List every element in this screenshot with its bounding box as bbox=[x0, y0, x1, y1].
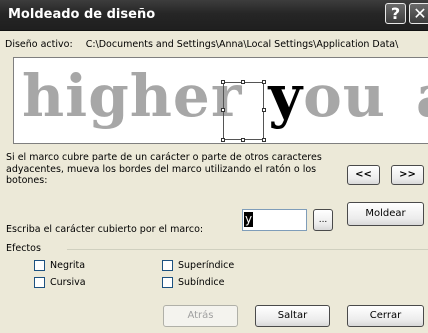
frame-handle[interactable] bbox=[262, 138, 266, 142]
superscript-label: Superíndice bbox=[178, 260, 235, 271]
preview-word: higher bbox=[22, 62, 243, 130]
frame-handle[interactable] bbox=[221, 108, 225, 112]
active-design-path: C:\Documents and Settings\Anna\Local Set… bbox=[85, 39, 399, 50]
active-design-label: Diseño activo: bbox=[5, 39, 73, 50]
frame-handle[interactable] bbox=[262, 108, 266, 112]
subscript-label: Subíndice bbox=[178, 277, 225, 288]
char-input[interactable]: y bbox=[242, 209, 307, 231]
back-button[interactable]: Atrás bbox=[163, 305, 238, 327]
bold-checkbox[interactable] bbox=[34, 260, 45, 271]
char-input-value: y bbox=[244, 212, 254, 227]
browse-chars-button[interactable]: ... bbox=[313, 209, 333, 231]
bold-label: Negrita bbox=[50, 260, 86, 271]
italic-checkbox[interactable] bbox=[34, 277, 45, 288]
close-button[interactable]: ✕ bbox=[409, 3, 428, 24]
char-field-label: Escriba el carácter cubierto por el marc… bbox=[6, 224, 204, 235]
superscript-checkbox[interactable] bbox=[162, 260, 173, 271]
italic-label: Cursiva bbox=[50, 277, 86, 288]
window-title: Moldeado de diseño bbox=[8, 7, 156, 22]
move-frame-left-button[interactable]: << bbox=[347, 165, 380, 185]
preview-word: ar bbox=[416, 62, 428, 130]
move-frame-right-button[interactable]: >> bbox=[391, 165, 424, 185]
frame-handle[interactable] bbox=[221, 138, 225, 142]
help-button[interactable]: ? bbox=[385, 3, 406, 24]
instructions-text: Si el marco cubre parte de un carácter o… bbox=[6, 152, 322, 186]
preview-word: ou bbox=[303, 62, 386, 130]
close-dialog-button[interactable]: Cerrar bbox=[347, 305, 424, 327]
effects-legend: Efectos bbox=[6, 243, 41, 254]
frame-handle[interactable] bbox=[241, 138, 245, 142]
skip-button[interactable]: Saltar bbox=[255, 305, 330, 327]
frame-handle[interactable] bbox=[262, 80, 266, 84]
dialog-window: Moldeado de diseño ? ✕ Diseño activo: C:… bbox=[0, 0, 428, 333]
frame-handle[interactable] bbox=[241, 80, 245, 84]
effects-divider bbox=[67, 249, 428, 250]
moldear-button[interactable]: Moldear bbox=[347, 202, 424, 226]
highlighted-char: y bbox=[268, 62, 304, 130]
title-bar[interactable]: Moldeado de diseño ? ✕ bbox=[0, 0, 428, 31]
glyph-preview[interactable]: higheryouar bbox=[13, 57, 428, 144]
active-design-row: Diseño activo: C:\Documents and Settings… bbox=[5, 39, 398, 50]
subscript-checkbox[interactable] bbox=[162, 277, 173, 288]
selection-frame[interactable] bbox=[221, 80, 266, 142]
frame-handle[interactable] bbox=[221, 80, 225, 84]
